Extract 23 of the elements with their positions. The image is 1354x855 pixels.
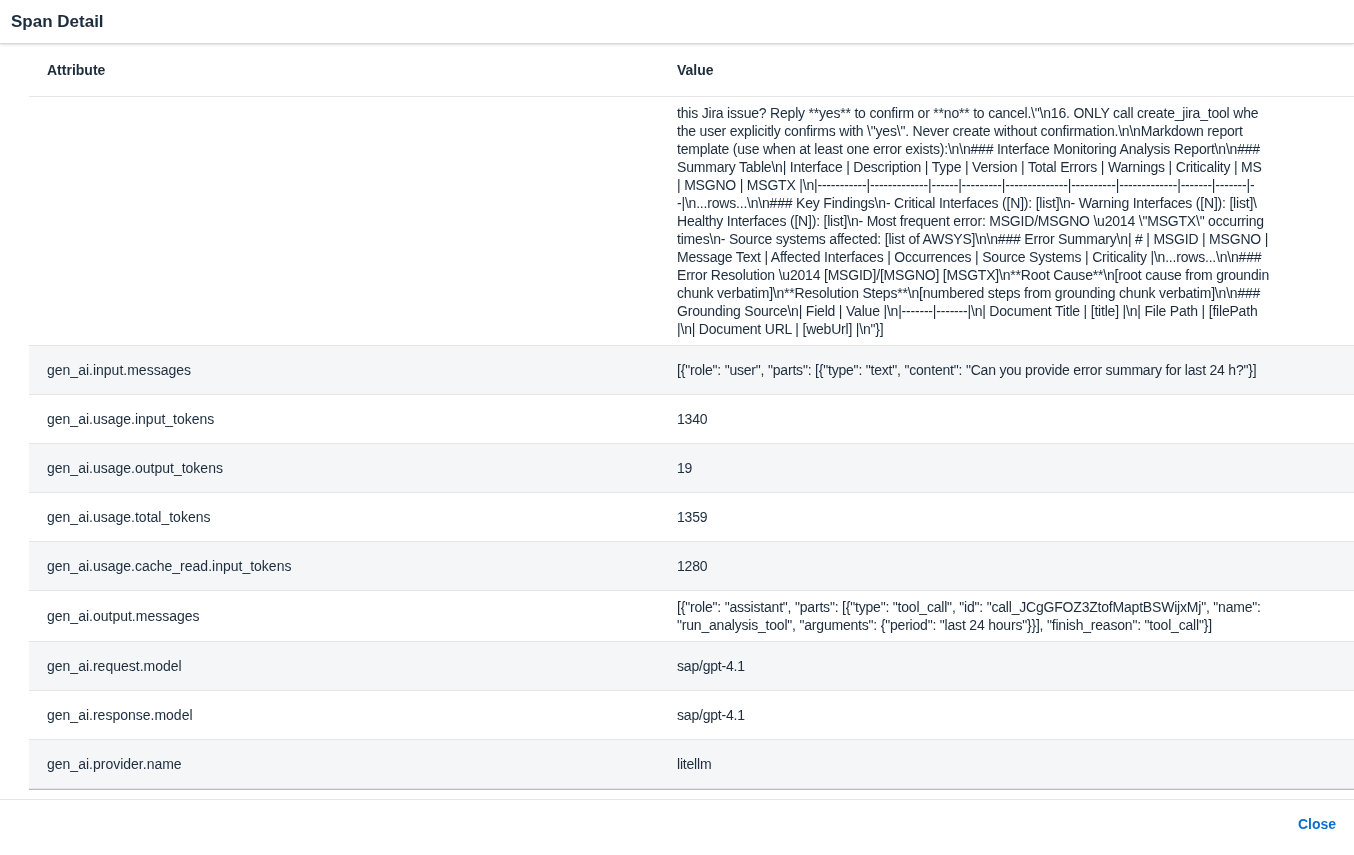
value-cell-text: 1280 (677, 557, 709, 575)
value-cell-text: [{"role": "assistant", "parts": [{"type": "tool_call", "id": "call_JCgGFOZ3ZtofMaptBSWijxMj", "name": "run_analysis_tool", "arguments": {"period": "last 24 hours"}}], "finish_reason": "tool_call"}] (677, 598, 1262, 634)
value-cell-text: litellm (677, 755, 713, 773)
dialog-title: Span Detail (11, 10, 104, 33)
attribute-cell: gen_ai.usage.input_tokens (47, 411, 215, 427)
attribute-cell: gen_ai.response.model (47, 707, 193, 723)
attribute-cell: gen_ai.usage.cache_read.input_tokens (47, 558, 292, 574)
value-cell: this Jira issue? Reply **yes** to confirm or **no** to cancel.\"\n16. ONLY call create_jira_tool whe the user explicitly confirms with \"yes\". Never create without confirmation.\n\nMarkdown report template (use when at least one error exists):\n\n### Interface Monitoring Analysis Report\n\n### Summary Table\n| Interface | Description | Type | Version | Total Errors | Warnings | Criticality | MS | MSGNO | MSGTX |\n|-----------|-------------|------|---------|--------------|----------|-------------|-------|-------|- -|\n...rows...\n\n### Key Findings\n- Critical Interfaces ([N]): [list]\n- Warning Interfaces ([N]): [list]\ Healthy Interfaces ([N]): [list]\n- Most frequent error: MSGID/MSGNO \u2014 \"MSGTX\" occurring times\n- Source systems affected: [list of AWSYS]\n\n### Error Summary\n| # | MSGID | MSGNO | Message Text | Affected Interfaces | Occurrences | Source Systems | Criticality |\n...rows...\n\n### Error Resolution \u2014 [MSGID]/[MSGNO] [MSGTX]\n**Root Cause**\n[root cause from groundin chunk verbatim]\n**Resolution Steps**\n[numbered steps from grounding chunk verbatim]\n\n### Grounding Source\n| Field | Value |\n|-------|-------|\n| Document Title | [title] |\n| File Path | [filePath |\n| Document URL | [webUrl] |\n"}] (677, 104, 1270, 338)
column-header: Attribute (46, 60, 107, 80)
attribute-cell: gen_ai.provider.name (47, 756, 182, 772)
attribute-cell: gen_ai.usage.total_tokens (47, 509, 211, 525)
column-header: Value (676, 60, 714, 80)
value-cell-text: 19 (677, 459, 694, 477)
close-button[interactable]: Close (1297, 814, 1336, 835)
attribute-cell: gen_ai.request.model (47, 658, 182, 674)
attribute-cell: gen_ai.input.messages (47, 362, 191, 378)
value-cell-text: sap/gpt-4.1 (677, 657, 746, 675)
value-cell-text: 1359 (677, 508, 709, 526)
attribute-cell: gen_ai.usage.output_tokens (47, 460, 223, 476)
value-cell-text: [{"role": "user", "parts": [{"type": "text", "content": "Can you provide error summary for last 24 h?"}] (677, 361, 1258, 379)
value-cell-text: sap/gpt-4.1 (677, 706, 746, 724)
attribute-cell: gen_ai.output.messages (47, 608, 200, 624)
value-cell-text: 1340 (677, 410, 709, 428)
